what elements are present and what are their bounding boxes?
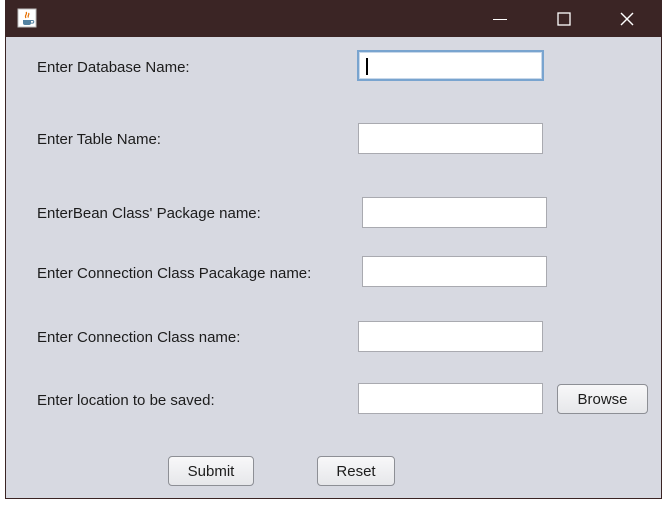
bean-package-input[interactable] (362, 197, 547, 228)
bean-package-label: EnterBean Class' Package name: (37, 205, 261, 222)
title-bar[interactable] (5, 0, 662, 37)
close-icon (620, 12, 634, 26)
app-window: Enter Database Name: Enter Table Name: E… (5, 0, 662, 499)
maximize-button[interactable] (541, 0, 587, 37)
form-panel: Enter Database Name: Enter Table Name: E… (6, 37, 661, 498)
database-name-label: Enter Database Name: (37, 59, 190, 76)
close-button[interactable] (604, 0, 650, 37)
browse-button[interactable]: Browse (557, 384, 648, 414)
location-label: Enter location to be saved: (37, 392, 215, 409)
submit-button[interactable]: Submit (168, 456, 254, 486)
connection-package-label: Enter Connection Class Pacakage name: (37, 265, 312, 282)
minimize-button[interactable] (477, 0, 523, 37)
reset-button[interactable]: Reset (317, 456, 395, 486)
location-input[interactable] (358, 383, 543, 414)
table-name-label: Enter Table Name: (37, 131, 161, 148)
maximize-icon (557, 11, 571, 26)
connection-package-input[interactable] (362, 256, 547, 287)
table-name-input[interactable] (358, 123, 543, 154)
text-caret (366, 58, 368, 75)
connection-class-label: Enter Connection Class name: (37, 329, 241, 346)
database-name-input[interactable] (357, 50, 544, 81)
minimize-icon (493, 12, 507, 26)
connection-class-input[interactable] (358, 321, 543, 352)
java-cup-icon[interactable] (17, 8, 37, 28)
